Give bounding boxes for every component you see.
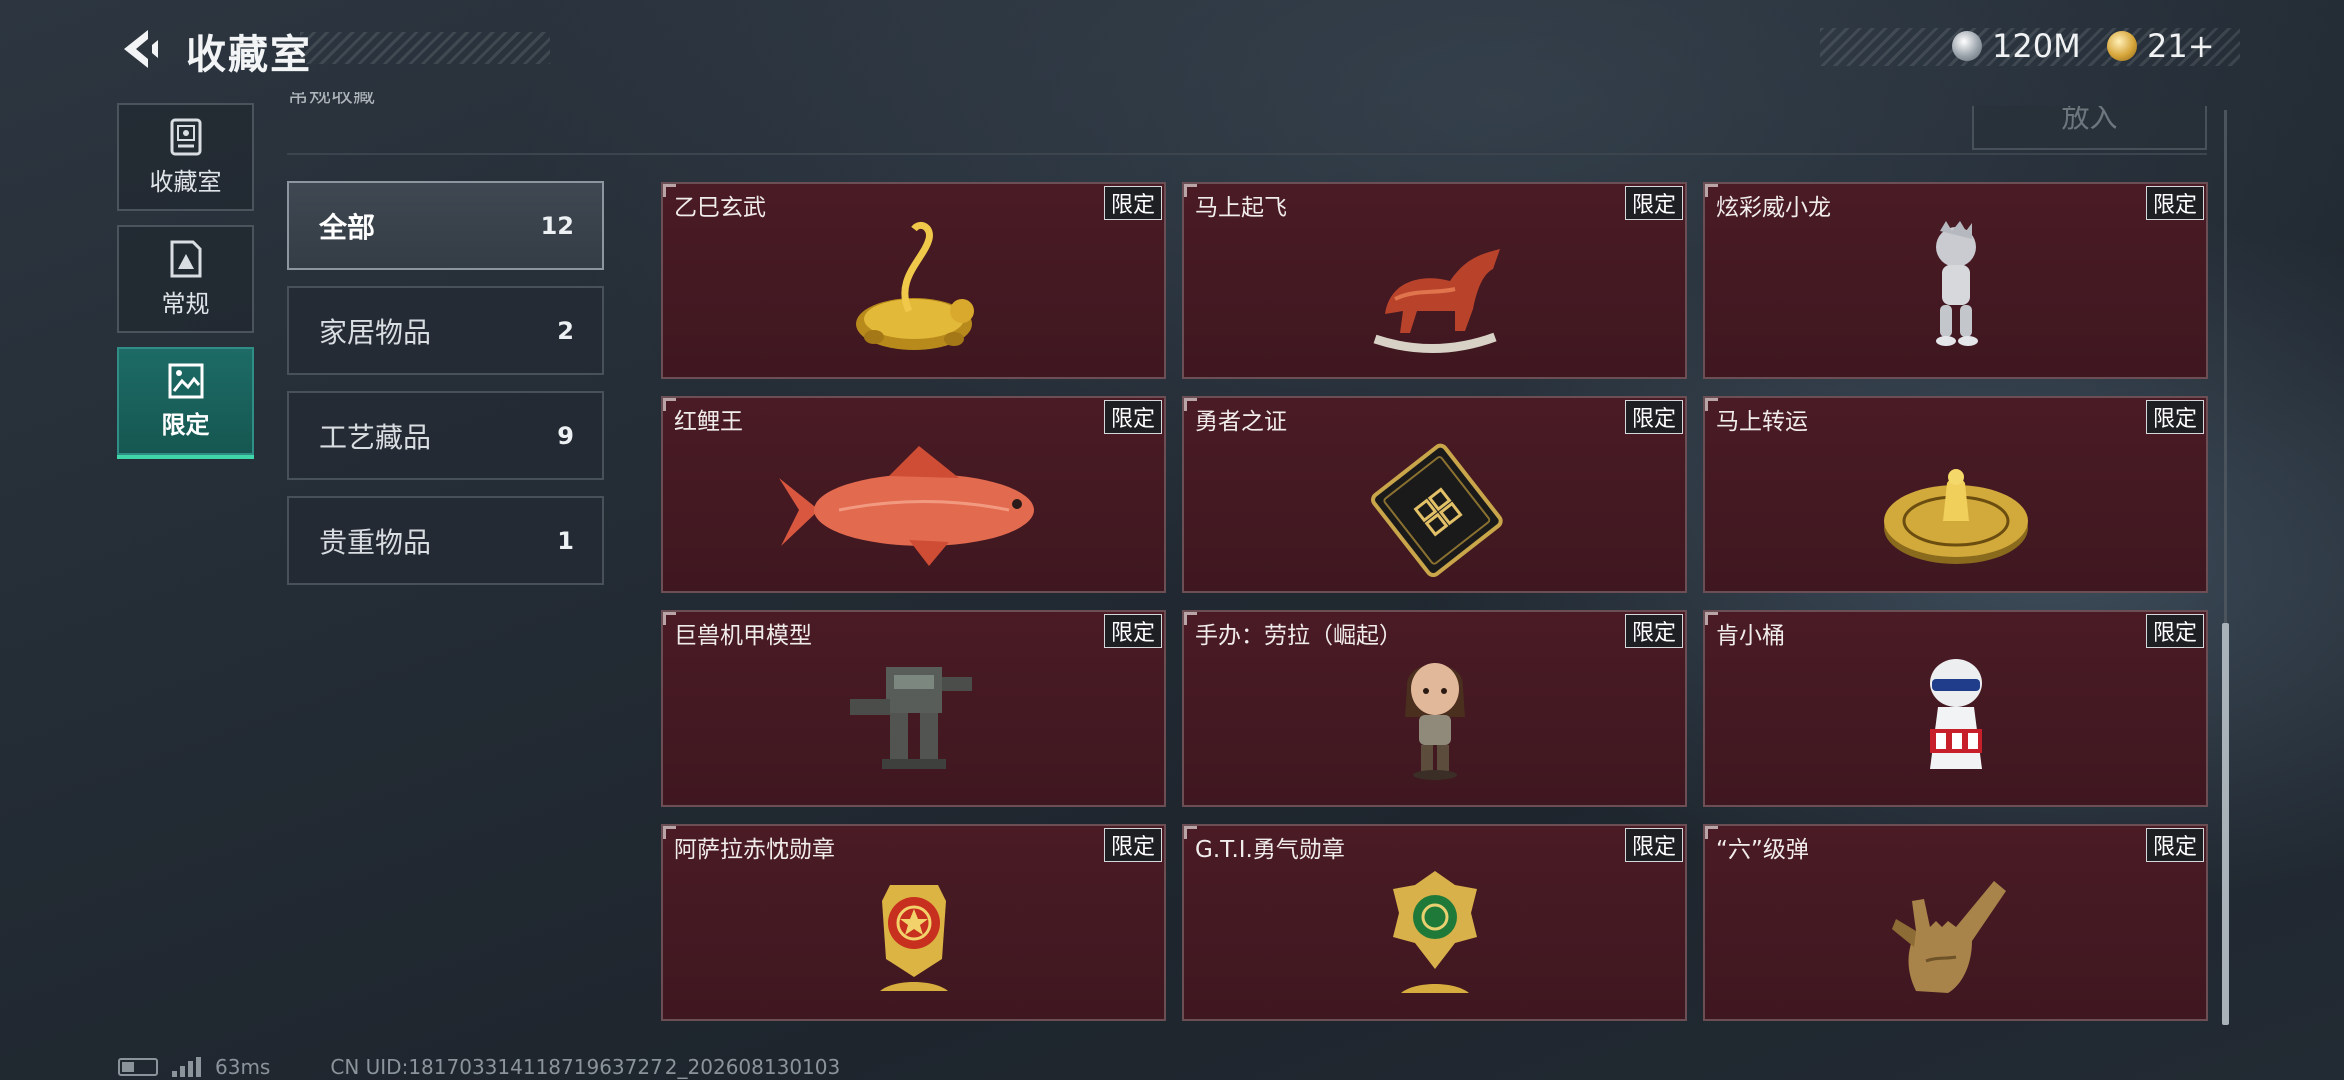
category-label: 全部	[319, 210, 376, 244]
golden-hand-icon	[1891, 880, 2006, 993]
horse-icon	[1373, 248, 1500, 353]
item-card[interactable]: 阿萨拉赤忱勋章 限定	[661, 824, 1166, 1021]
item-card[interactable]: 马上转运 限定	[1703, 396, 2208, 593]
category-count: 9	[557, 421, 574, 450]
green-medal-icon	[1392, 870, 1477, 993]
category-label: 工艺藏品	[319, 420, 432, 454]
item-card[interactable]: 马上起飞 限定	[1182, 182, 1687, 379]
place-button[interactable]: 放入	[1972, 106, 2207, 150]
nav-label: 常规	[161, 289, 210, 318]
item-card[interactable]: 手办：劳拉（崛起） 限定	[1182, 610, 1687, 807]
category-label: 家居物品	[319, 315, 432, 349]
card-icon	[1370, 443, 1503, 577]
page-title: 收藏室	[186, 32, 312, 78]
red-medal-icon	[879, 884, 948, 991]
item-card[interactable]: 炫彩威小龙 限定	[1703, 182, 2208, 379]
category-count: 12	[540, 211, 574, 240]
bin-icon	[169, 118, 203, 156]
silver-currency[interactable]: 120M	[1952, 27, 2081, 65]
mech-model-icon	[849, 666, 972, 769]
nav-label: 收藏室	[149, 167, 222, 196]
gallery-icon	[168, 363, 204, 399]
place-button-label: 放入	[2061, 106, 2118, 134]
carp-icon	[778, 445, 1034, 566]
ping-text: 63ms	[215, 1055, 271, 1079]
category-count: 2	[557, 316, 574, 345]
item-card[interactable]: “六”级弹 限定	[1703, 824, 2208, 1021]
gold-amount: 21+	[2147, 27, 2215, 65]
battery-icon	[118, 1058, 158, 1076]
nav-item-limited[interactable]: 限定	[117, 347, 254, 459]
nav-label: 限定	[161, 410, 210, 439]
status-footer: 63ms CN UID:18170331411871963727 2_20260…	[118, 1055, 841, 1079]
back-button[interactable]	[118, 26, 162, 72]
title-decoration	[300, 32, 550, 64]
figurine-icon	[1404, 662, 1465, 780]
divider	[287, 153, 2207, 155]
gold-coin-icon	[2107, 31, 2137, 61]
uid-text: CN UID:18170331411871963727 2_2026081301…	[330, 1055, 841, 1079]
item-card[interactable]: 勇者之证 限定	[1182, 396, 1687, 593]
colonel-figure-icon	[1929, 658, 1982, 769]
category-craft[interactable]: 工艺藏品 9	[287, 391, 604, 480]
nav-item-collection-room[interactable]: 收藏室	[117, 103, 254, 211]
category-label: 贵重物品	[319, 525, 432, 559]
item-card[interactable]: G.T.I.勇气勋章 限定	[1182, 824, 1687, 1021]
fortune-wheel-icon	[1883, 468, 2028, 564]
category-valuables[interactable]: 贵重物品 1	[287, 496, 604, 585]
nav-item-regular[interactable]: 常规	[117, 225, 254, 333]
item-card[interactable]: 巨兽机甲模型 限定	[661, 610, 1166, 807]
document-icon	[169, 240, 203, 278]
item-card[interactable]: 乙巳玄武 限定	[661, 182, 1166, 379]
back-arrow-icon	[124, 30, 158, 68]
category-all[interactable]: 全部 12	[287, 181, 604, 270]
category-count: 1	[557, 526, 574, 555]
scrollbar-thumb[interactable]	[2222, 623, 2229, 1025]
golden-turtle-snake-icon	[855, 221, 974, 350]
signal-icon	[172, 1057, 201, 1077]
silver-coin-icon	[1952, 31, 1982, 61]
item-card[interactable]: 红鲤王 限定	[661, 396, 1166, 593]
section-heading-clipped: 常规收藏	[287, 92, 376, 108]
silver-amount: 120M	[1992, 27, 2081, 65]
item-card[interactable]: 肯小桶 限定	[1703, 610, 2208, 807]
gold-currency[interactable]: 21+	[2107, 27, 2215, 65]
category-home[interactable]: 家居物品 2	[287, 286, 604, 375]
dragon-figure-icon	[1935, 220, 1978, 346]
